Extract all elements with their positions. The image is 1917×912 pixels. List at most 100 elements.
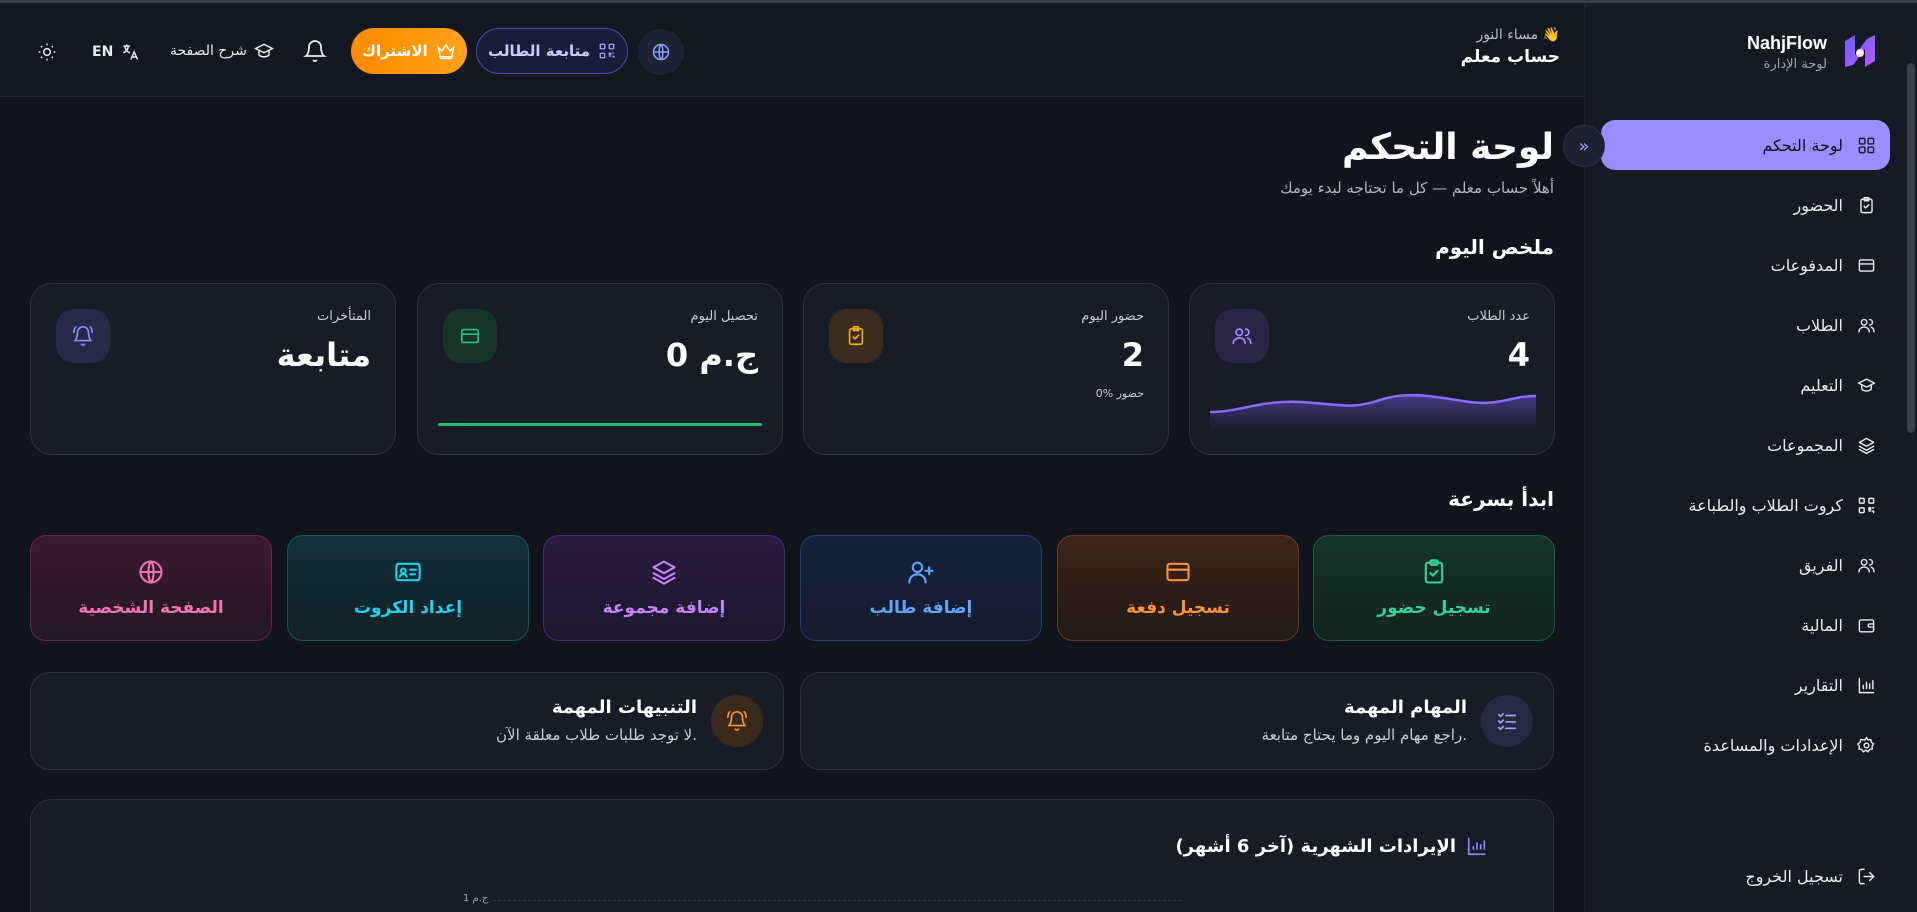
panel-icon-wrap — [711, 695, 763, 747]
crown-icon — [437, 43, 455, 60]
notifications-button[interactable] — [303, 39, 329, 65]
greeting: مساء النور 👋 حساب معلم — [1461, 27, 1560, 67]
sidebar-item-settings[interactable]: الإعدادات والمساعدة — [1601, 720, 1890, 770]
translate-icon — [123, 44, 139, 60]
logout-button[interactable]: تسجيل الخروج — [1745, 867, 1876, 886]
alerts-title: التنبيهات المهمة — [551, 697, 697, 718]
quick-action-label: تسجيل حضور — [1377, 598, 1491, 618]
quick-action-label: تسجيل دفعة — [1126, 598, 1230, 618]
tasks-subtitle: راجع مهام اليوم وما يحتاج متابعة. — [1261, 726, 1467, 744]
page-help-label: شرح الصفحة — [170, 43, 247, 59]
layers-icon — [652, 560, 676, 585]
public-page-button[interactable] — [638, 29, 684, 75]
revenue-grid-line — [493, 900, 1181, 901]
sidebar-item-label: المدفوعات — [1770, 255, 1843, 275]
brand-subtitle: لوحة الإدارة — [1763, 56, 1827, 72]
stat-card-attendance[interactable]: حضور اليوم 2 0% حضور — [803, 283, 1169, 455]
sidebar-item-student-cards[interactable]: كروت الطلاب والطباعة — [1601, 480, 1890, 530]
sidebar-item-finance[interactable]: المالية — [1601, 600, 1890, 650]
bar-chart-icon — [1467, 837, 1486, 856]
graduation-cap-icon — [1857, 377, 1876, 392]
quick-action-payment[interactable]: تسجيل دفعة — [1057, 535, 1299, 641]
revenue-panel: الإيرادات الشهرية (آخر 6 أشهر) 1 ج.م — [30, 799, 1554, 912]
quick-action-card-setup[interactable]: إعداد الكروت — [287, 535, 529, 641]
top-header: مساء النور 👋 حساب معلم متابعة الطالب الا… — [0, 3, 1584, 97]
page-subtitle: أهلاً حساب معلم — كل ما تحتاجه لبدء يومك — [1280, 179, 1554, 197]
users-icon — [1858, 318, 1875, 333]
sidebar-item-label: المالية — [1801, 615, 1843, 635]
qr-code-icon — [1858, 497, 1875, 513]
sidebar: NahjFlow لوحة الإدارة لوحة التحكم الحضور… — [1584, 3, 1917, 912]
stat-icon-wrap — [829, 309, 883, 363]
stat-icon-wrap — [56, 309, 110, 363]
list-check-icon — [1497, 712, 1517, 731]
sidebar-item-label: التعليم — [1800, 375, 1843, 395]
nahjflow-logo-icon — [1845, 35, 1875, 67]
subscribe-label: الاشتراك — [362, 42, 428, 60]
sidebar-item-students[interactable]: الطلاب — [1601, 300, 1890, 350]
theme-toggle[interactable] — [37, 42, 59, 64]
alerts-panel[interactable]: التنبيهات المهمة لا توجد طلبات طلاب معلق… — [30, 672, 784, 770]
tasks-title: المهام المهمة — [1344, 697, 1467, 718]
globe-icon — [652, 43, 670, 61]
id-card-icon — [395, 562, 421, 582]
page-help-button[interactable]: شرح الصفحة — [170, 41, 274, 61]
account-name: حساب معلم — [1460, 47, 1560, 67]
brand[interactable]: NahjFlow لوحة الإدارة — [1747, 31, 1881, 73]
stat-icon-wrap — [1215, 309, 1269, 363]
stat-value: متابعة — [276, 336, 371, 374]
credit-card-icon — [1858, 258, 1875, 272]
sidebar-item-label: التقارير — [1794, 675, 1843, 695]
quick-action-add-student[interactable]: إضافة طالب — [800, 535, 1042, 641]
dashboard-icon — [1858, 137, 1875, 153]
stat-card-students[interactable]: عدد الطلاب 4 — [1189, 283, 1555, 455]
sidebar-item-dashboard[interactable]: لوحة التحكم — [1601, 120, 1890, 170]
sidebar-item-education[interactable]: التعليم — [1601, 360, 1890, 410]
track-student-button[interactable]: متابعة الطالب — [476, 28, 628, 74]
tasks-panel[interactable]: المهام المهمة راجع مهام اليوم وما يحتاج … — [800, 672, 1554, 770]
quick-action-add-group[interactable]: إضافة مجموعة — [543, 535, 785, 641]
stat-label: تحصيل اليوم — [690, 309, 758, 324]
user-plus-icon — [908, 561, 934, 584]
clipboard-check-icon — [1424, 559, 1444, 584]
clipboard-check-icon — [848, 326, 864, 346]
stat-card-collection[interactable]: تحصيل اليوم 0 ج.م — [417, 283, 783, 455]
quick-action-attendance[interactable]: تسجيل حضور — [1313, 535, 1555, 641]
subscribe-button[interactable]: الاشتراك — [351, 28, 467, 74]
sidebar-nav: لوحة التحكم الحضور المدفوعات الطلاب التع… — [1601, 120, 1890, 780]
students-sparkline — [1210, 393, 1536, 430]
sidebar-item-reports[interactable]: التقارير — [1601, 660, 1890, 710]
stat-value: 0 ج.م — [665, 336, 758, 374]
stat-icon-wrap — [443, 309, 497, 363]
graduation-cap-icon — [253, 43, 274, 58]
quick-action-label: إضافة طالب — [869, 598, 973, 618]
bar-chart-icon — [1858, 677, 1875, 693]
stat-value: 4 — [1507, 336, 1530, 374]
brand-name: NahjFlow — [1747, 32, 1827, 53]
wallet-icon — [1858, 618, 1875, 633]
stat-label: المتأخرات — [316, 309, 371, 324]
logout-label: تسجيل الخروج — [1745, 867, 1843, 886]
quick-action-label: إعداد الكروت — [353, 598, 463, 618]
stat-label: حضور اليوم — [1081, 309, 1144, 324]
sidebar-item-label: الحضور — [1793, 195, 1843, 215]
sidebar-item-label: لوحة التحكم — [1762, 135, 1843, 155]
sidebar-item-team[interactable]: الفريق — [1601, 540, 1890, 590]
quick-action-label: إضافة مجموعة — [602, 598, 726, 618]
main-content: لوحة التحكم أهلاً حساب معلم — كل ما تحتا… — [0, 97, 1584, 912]
sidebar-item-groups[interactable]: المجموعات — [1601, 420, 1890, 470]
sidebar-item-label: الإعدادات والمساعدة — [1703, 735, 1843, 755]
sidebar-scrollbar[interactable] — [1907, 63, 1915, 433]
sidebar-item-label: المجموعات — [1767, 435, 1843, 455]
quick-action-label: الصفحة الشخصية — [78, 598, 224, 618]
stat-label: عدد الطلاب — [1467, 309, 1530, 324]
bell-icon — [303, 40, 327, 62]
language-toggle[interactable]: EN — [92, 42, 140, 62]
sidebar-item-label: الطلاب — [1795, 315, 1843, 335]
quick-action-profile-page[interactable]: الصفحة الشخصية — [30, 535, 272, 641]
greeting-text: مساء النور 👋 — [1476, 27, 1560, 43]
sidebar-item-attendance[interactable]: الحضور — [1601, 180, 1890, 230]
stat-card-arrears[interactable]: المتأخرات متابعة — [30, 283, 396, 455]
sidebar-item-payments[interactable]: المدفوعات — [1601, 240, 1890, 290]
stat-value: 2 — [1121, 336, 1144, 374]
